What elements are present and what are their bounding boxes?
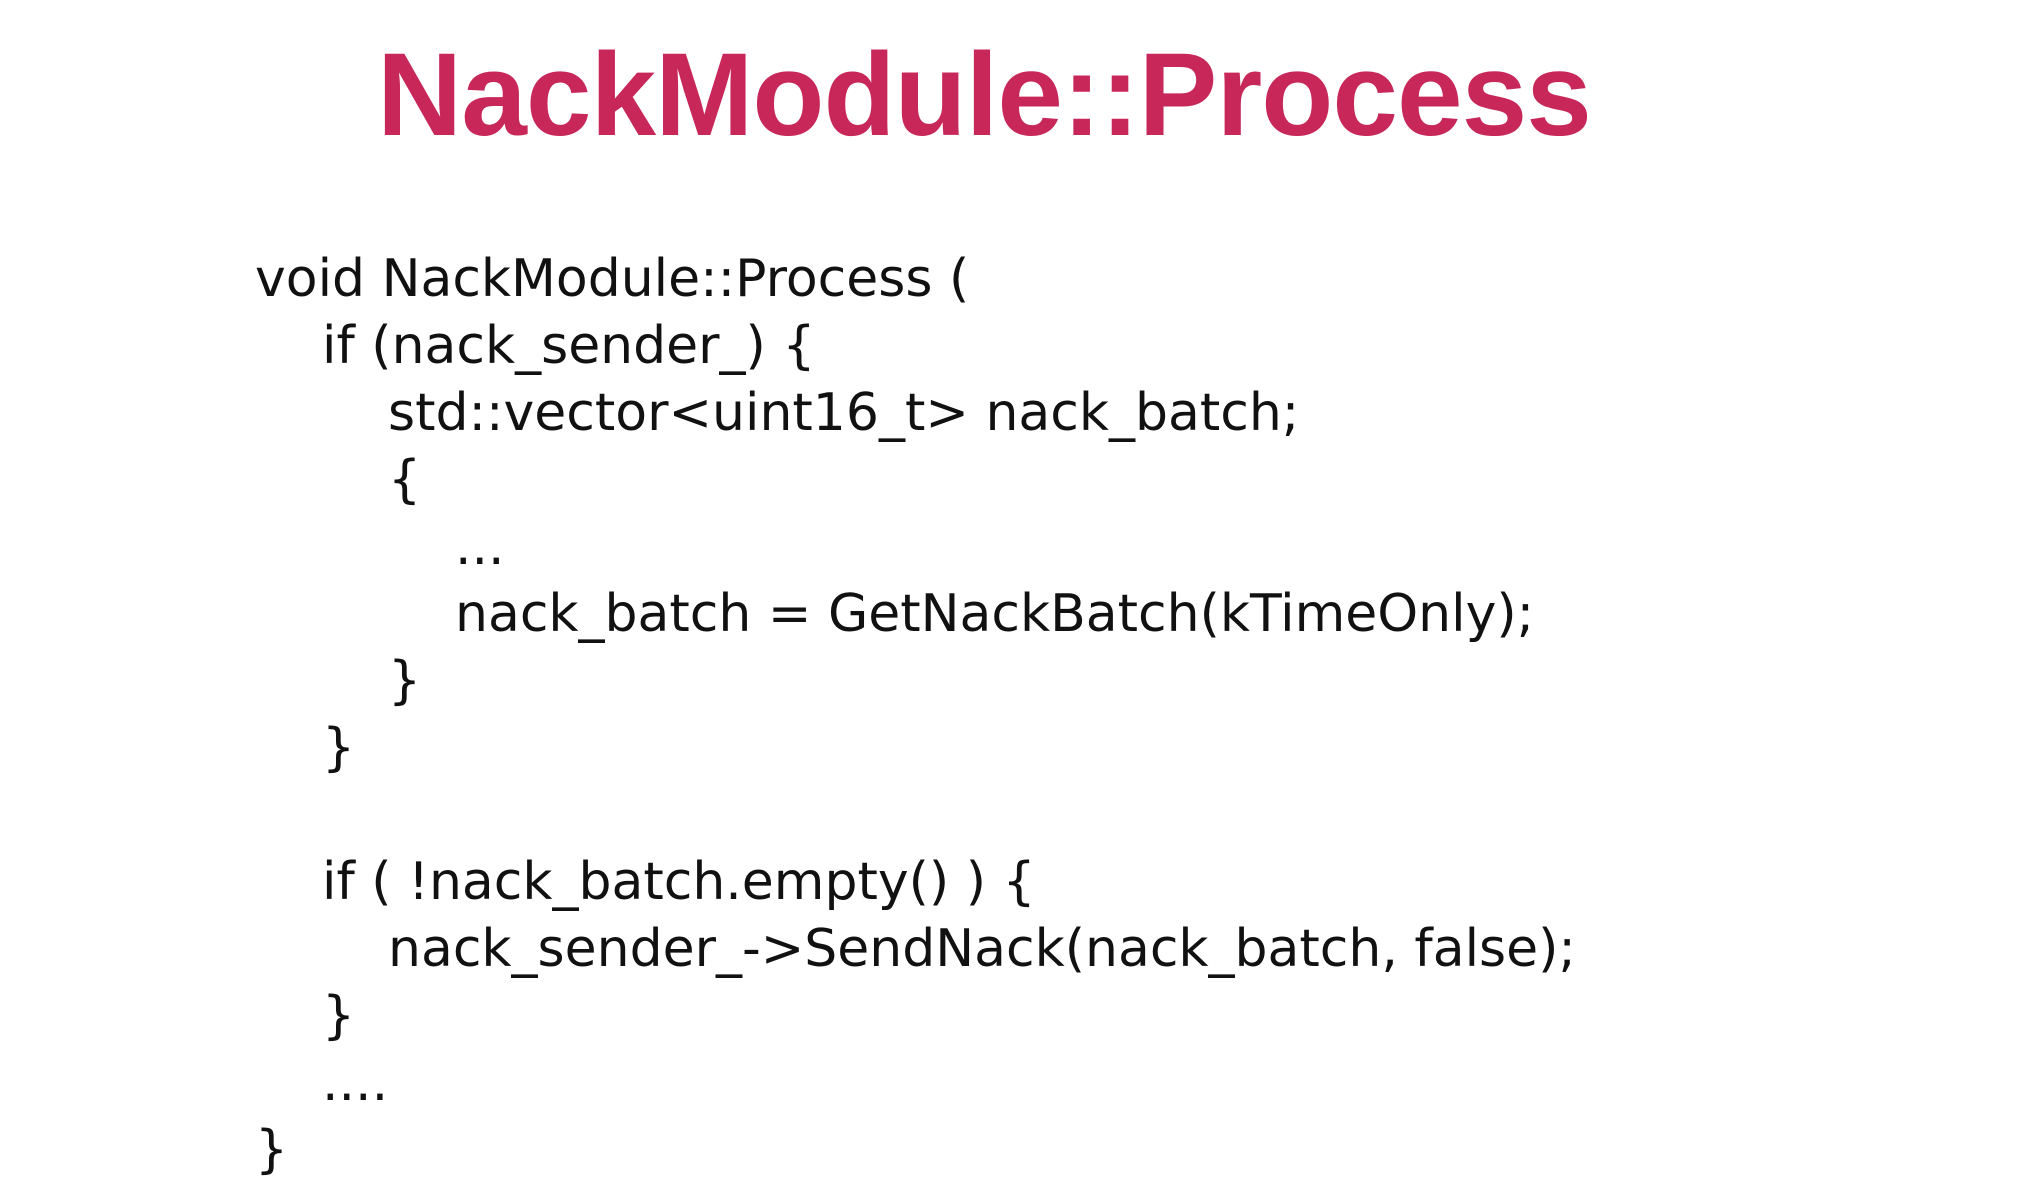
- code-line: }: [388, 651, 422, 711]
- slide-title: NackModule::Process: [377, 29, 1592, 161]
- code-line: }: [255, 1120, 289, 1180]
- code-line: if (nack_sender_) {: [322, 316, 816, 376]
- code-line: ...: [455, 517, 505, 577]
- code-line: if ( !nack_batch.empty() ) {: [322, 852, 1036, 912]
- code-block: void NackModule::Process ( if (nack_send…: [255, 246, 1576, 1184]
- code-line: void NackModule::Process (: [255, 249, 970, 309]
- code-line: {: [388, 450, 422, 510]
- code-line: ....: [322, 1053, 389, 1113]
- code-line: nack_batch = GetNackBatch(kTimeOnly);: [455, 584, 1535, 644]
- slide: NackModule::Process void NackModule::Pro…: [0, 0, 2024, 1184]
- code-line: nack_sender_->SendNack(nack_batch, false…: [388, 919, 1576, 979]
- code-line: }: [322, 986, 356, 1046]
- code-line: }: [322, 718, 356, 778]
- code-line: std::vector<uint16_t> nack_batch;: [388, 383, 1300, 443]
